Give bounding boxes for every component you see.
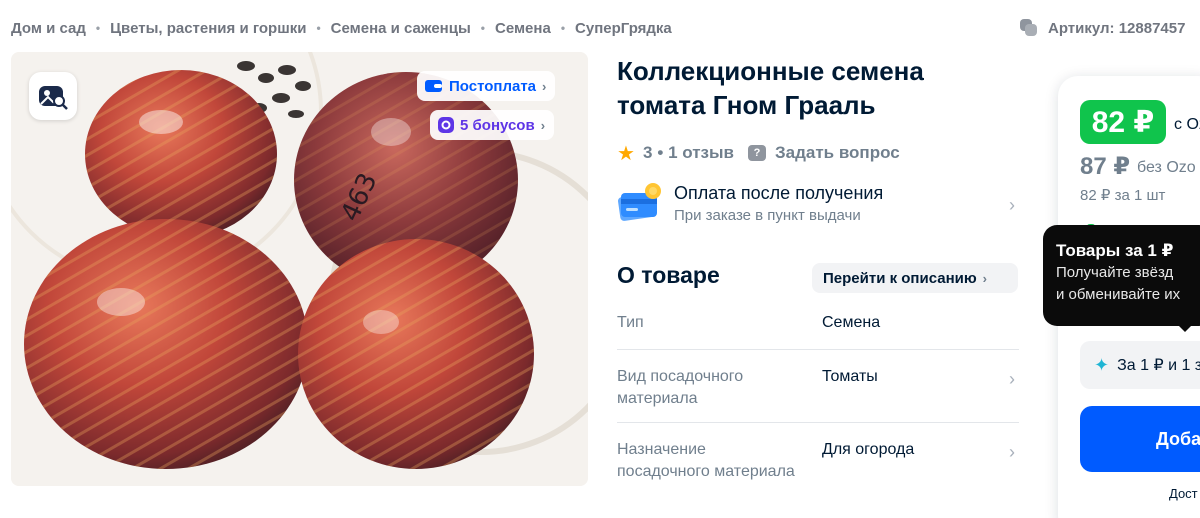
bonus-label: 5 бонусов [460, 116, 535, 134]
article-number[interactable]: Артикул: 12887457 [1020, 18, 1185, 38]
add-to-cart-button[interactable]: Доба [1080, 406, 1200, 472]
card-icon [617, 181, 663, 225]
chevron-right-icon: › [982, 270, 988, 286]
divider [617, 422, 1019, 423]
breadcrumb-separator: • [316, 21, 321, 35]
spec-value: Томаты [822, 368, 878, 385]
spec-key: Вид посадочного материала [617, 368, 744, 407]
chevron-right-icon: › [1009, 195, 1015, 215]
unit-price: 82 ₽ за 1 шт [1080, 187, 1166, 204]
postpay-label: Постоплата [449, 77, 537, 95]
breadcrumb-separator: • [480, 21, 485, 35]
star-icon: ★ [617, 142, 635, 165]
divider [617, 349, 1019, 350]
breadcrumb-item-flowers[interactable]: Цветы, растения и горшки [110, 20, 306, 37]
spec-value: Для огорода [822, 441, 915, 458]
breadcrumb-separator: • [560, 21, 566, 35]
payment-subtitle: При заказе в пункт выдачи [674, 207, 861, 224]
one-ruble-tooltip: Товары за 1 ₽ Получайте звёзд и обменива… [1043, 225, 1200, 326]
go-to-description-label: Перейти к описанию [823, 269, 977, 287]
image-search-icon [39, 86, 68, 110]
price-ozon-card: 82 ₽ [1080, 100, 1166, 144]
copy-icon [1020, 19, 1038, 37]
spec-row[interactable]: Назначение посадочного материала Для ого… [617, 439, 1019, 507]
one-ruble-offer[interactable]: ✦ За 1 ₽ и 1 з [1080, 341, 1200, 389]
breadcrumb-item-brand[interactable]: СуперГрядка [575, 20, 672, 37]
bonus-icon [438, 117, 454, 133]
price-without-label: без Ozo [1137, 159, 1196, 176]
tooltip-line: Получайте звёзд [1056, 264, 1174, 281]
rating-row: ★ 3 • 1 отзыв ? Задать вопрос [617, 141, 900, 165]
spec-key: Тип [617, 314, 644, 331]
spec-row[interactable]: Вид посадочного материала Томаты › [617, 366, 1019, 412]
payment-title: Оплата после получения [674, 183, 884, 203]
price-with-label: с Oz [1174, 116, 1200, 133]
spec-row: Тип Семена [617, 312, 1019, 336]
reviews-link[interactable]: • 1 отзыв [657, 143, 734, 163]
tooltip-arrow [1175, 322, 1195, 332]
breadcrumb-separator: • [95, 21, 101, 35]
tooltip-title: Товары за 1 ₽ [1056, 241, 1174, 260]
bonus-badge[interactable]: 5 бонусов › [430, 110, 555, 140]
add-to-cart-label: Доба [1156, 428, 1200, 449]
breadcrumb: Дом и сад • Цветы, растения и горшки • С… [11, 18, 672, 38]
article-label: Артикул: 12887457 [1048, 19, 1186, 37]
breadcrumb-item-seeds-seedlings[interactable]: Семена и саженцы [331, 20, 471, 37]
delivery-info: Дост [1169, 486, 1198, 501]
breadcrumb-item-seeds[interactable]: Семена [495, 20, 551, 37]
rating-value[interactable]: 3 [643, 143, 652, 163]
chevron-right-icon: › [1009, 442, 1015, 462]
postpay-badge[interactable]: Постоплата › [417, 71, 556, 101]
price-without-card: 87 ₽ [1080, 153, 1131, 180]
spec-key: Назначение посадочного материала [617, 441, 795, 480]
ask-question-link[interactable]: Задать вопрос [775, 143, 900, 163]
about-heading: О товаре [617, 262, 720, 288]
chevron-right-icon: › [1009, 369, 1015, 389]
go-to-description-button[interactable]: Перейти к описанию › [812, 263, 1018, 293]
breadcrumb-item-home-garden[interactable]: Дом и сад [11, 20, 86, 37]
chevron-right-icon: › [542, 78, 547, 94]
wallet-icon [425, 80, 442, 92]
tooltip-line: и обменивайте их [1056, 286, 1181, 303]
image-search-button[interactable] [29, 72, 77, 120]
chat-icon: ? [747, 145, 766, 161]
offer-label: За 1 ₽ и 1 з [1117, 357, 1200, 374]
spec-value: Семена [822, 314, 881, 331]
sparkle-icon: ✦ [1094, 354, 1110, 375]
chevron-right-icon: › [540, 117, 546, 133]
payment-after-receipt[interactable]: Оплата после получения При заказе в пунк… [617, 181, 1019, 231]
product-title: Коллекционные семена томата Гном Грааль [617, 56, 924, 120]
